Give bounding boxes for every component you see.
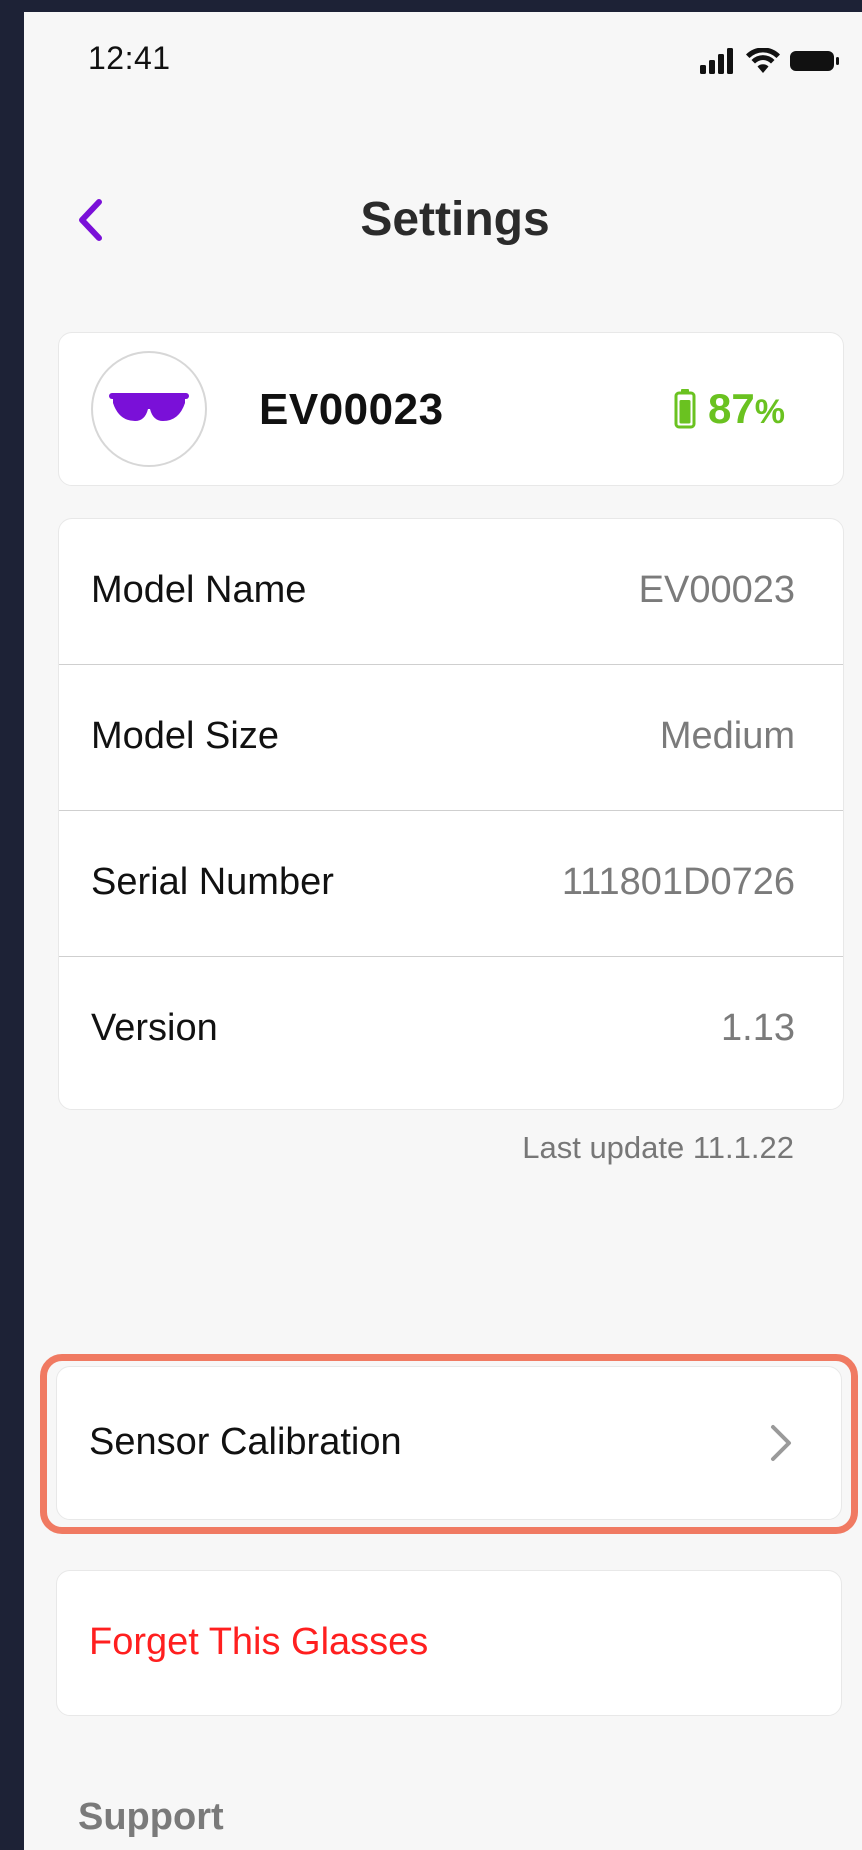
info-row-version: Version 1.13 (59, 957, 843, 1103)
device-avatar (91, 351, 207, 467)
battery-indicator: 87% (674, 385, 785, 433)
status-bar: 12:41 (24, 12, 862, 112)
info-label: Model Size (91, 715, 279, 757)
chevron-right-icon (761, 1415, 801, 1471)
support-heading: Support (78, 1796, 224, 1838)
info-label: Version (91, 1007, 218, 1049)
info-value: Medium (659, 715, 795, 757)
device-info-list: Model Name EV00023 Model Size Medium Ser… (58, 518, 844, 1110)
status-icons (700, 47, 840, 79)
info-row-serial-number: Serial Number 111801D0726 (59, 811, 843, 957)
wifi-icon (746, 47, 780, 79)
info-value: EV00023 (638, 569, 795, 611)
page-title: Settings (360, 193, 550, 246)
info-row-model-size: Model Size Medium (59, 665, 843, 811)
battery-unit: % (754, 393, 785, 431)
info-row-model-name: Model Name EV00023 (59, 519, 843, 665)
info-label: Serial Number (91, 861, 334, 903)
sunglasses-icon (109, 393, 189, 421)
last-update-text: Last update 11.1.22 (522, 1130, 794, 1165)
info-label: Model Name (91, 569, 307, 611)
sensor-calibration-label: Sensor Calibration (89, 1421, 402, 1463)
device-name: EV00023 (259, 385, 444, 434)
forget-glasses-button[interactable]: Forget This Glasses (56, 1570, 842, 1716)
device-card: EV00023 87% (58, 332, 844, 486)
battery-icon (674, 389, 696, 429)
battery-percent: 87 (708, 385, 755, 432)
battery-status-icon (790, 49, 840, 78)
settings-screen: 12:41 Settings EV00023 87% Model Name EV… (24, 12, 862, 1850)
forget-glasses-label: Forget This Glasses (89, 1621, 429, 1663)
info-value: 111801D0726 (561, 861, 795, 903)
sensor-calibration-button[interactable]: Sensor Calibration (56, 1366, 842, 1520)
status-time: 12:41 (88, 40, 171, 76)
info-value: 1.13 (721, 1007, 795, 1049)
nav-header: Settings (24, 172, 862, 268)
cellular-signal-icon (700, 48, 736, 79)
